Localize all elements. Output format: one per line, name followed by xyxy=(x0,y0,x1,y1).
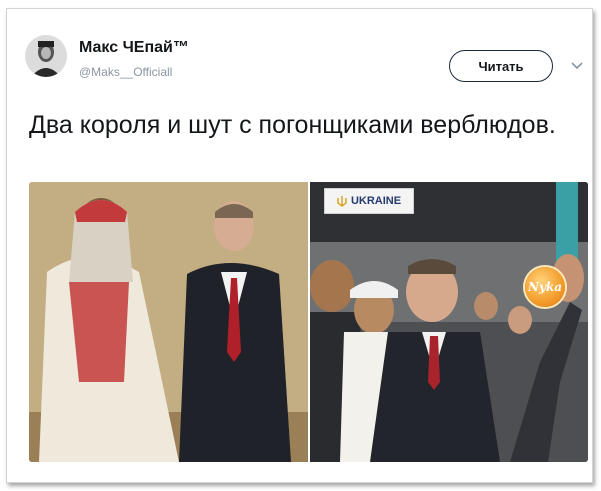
photo-left-illustration xyxy=(29,182,308,462)
avatar-portrait-icon xyxy=(25,35,67,77)
follow-button[interactable]: Читать xyxy=(449,50,553,82)
author-handle[interactable]: @Maks__Officiall xyxy=(79,65,172,79)
watermark-logo: Nyka xyxy=(525,267,565,307)
trident-icon xyxy=(337,196,347,207)
tweet-media[interactable]: UKRAINE xyxy=(29,182,588,462)
photo-right-illustration xyxy=(310,182,588,462)
photo-left[interactable] xyxy=(29,182,308,462)
ukraine-banner: UKRAINE xyxy=(324,188,414,214)
tweet-card: Макс ЧЕпай™ @Maks__Officiall Читать Два … xyxy=(6,8,593,483)
chevron-down-icon[interactable] xyxy=(570,61,584,71)
author-name[interactable]: Макс ЧЕпай™ xyxy=(79,39,189,57)
photo-right[interactable]: UKRAINE xyxy=(310,182,588,462)
banner-label: UKRAINE xyxy=(350,195,402,207)
tweet-text: Два короля и шут с погонщиками верблюдов… xyxy=(29,111,556,139)
watermark-label: Nyka xyxy=(527,280,563,294)
avatar[interactable] xyxy=(25,35,67,77)
